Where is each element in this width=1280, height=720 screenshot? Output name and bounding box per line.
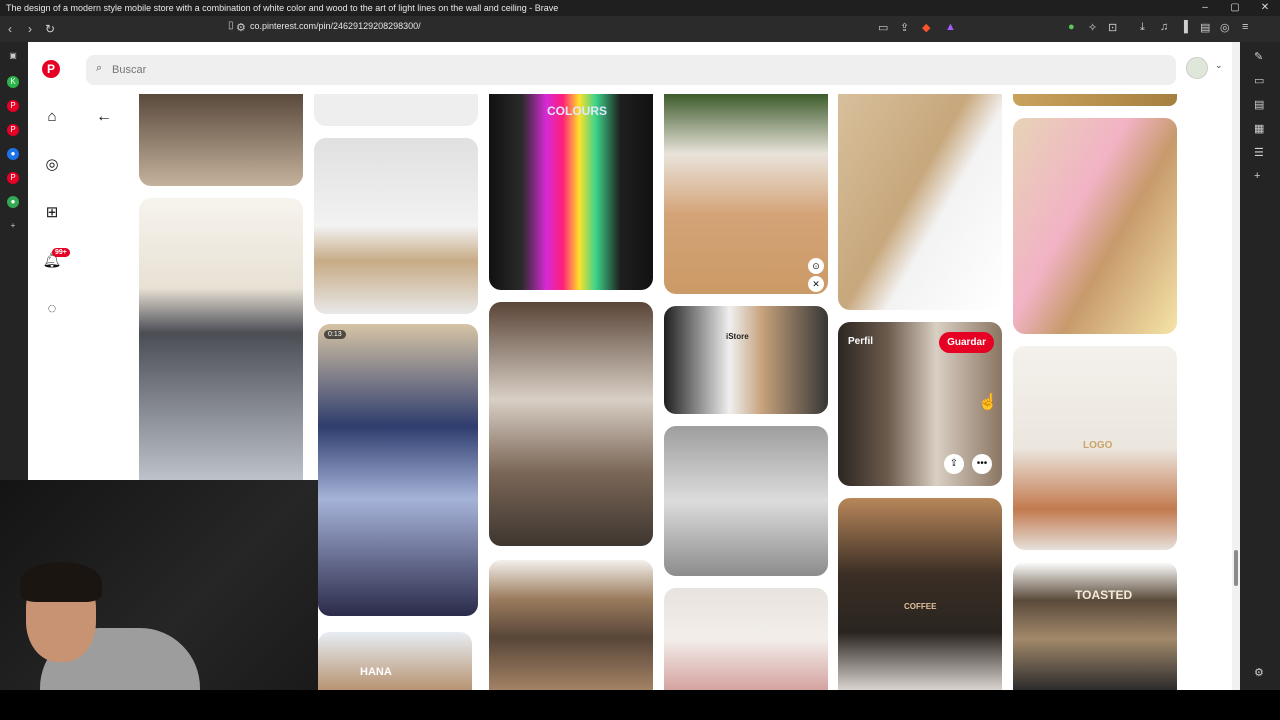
pin-card[interactable]	[489, 560, 653, 690]
pin-card[interactable]	[489, 302, 653, 546]
menu-icon[interactable]: ≡	[1242, 21, 1248, 33]
sidebar-panel-icon[interactable]: ▣	[7, 50, 19, 62]
explore-icon[interactable]: ◎	[42, 155, 62, 175]
pin-card[interactable]: ⊙ ✕	[664, 94, 828, 294]
pin-card[interactable]	[314, 138, 478, 314]
page-scrollbar[interactable]	[1232, 42, 1240, 690]
close-icon[interactable]: ✕	[808, 276, 824, 292]
back-arrow-icon[interactable]: ←	[96, 108, 112, 126]
save-button[interactable]: Guardar	[939, 332, 994, 353]
pin-card[interactable]	[1013, 94, 1177, 106]
pin-overlay-text: COLOURS	[547, 104, 607, 118]
pin-overlay-text: COFFEE	[904, 602, 937, 611]
close-button[interactable]: ✕	[1250, 0, 1280, 16]
search-input[interactable]	[112, 55, 1162, 85]
pin-card[interactable]	[314, 94, 478, 126]
sidebar-toggle-icon[interactable]: ▐	[1180, 21, 1188, 33]
pin-card[interactable]: LOGO	[1013, 346, 1177, 550]
sidebar-app-green-icon[interactable]: K	[7, 76, 19, 88]
pin-card[interactable]: COFFEE	[838, 498, 1002, 690]
pin-card[interactable]: HANA	[318, 632, 472, 690]
rail-tabs-icon[interactable]: ▤	[1254, 98, 1264, 111]
pin-card[interactable]	[664, 588, 828, 690]
window-title: The design of a modern style mobile stor…	[6, 3, 559, 13]
more-options-icon[interactable]: •••	[972, 454, 992, 474]
create-icon[interactable]: ⊞	[42, 203, 62, 223]
extension-green-icon[interactable]: ●	[1068, 21, 1075, 33]
pin-card[interactable]: COLOURS	[489, 94, 653, 290]
mouse-cursor-icon: ☝	[978, 394, 998, 411]
avatar[interactable]	[1186, 57, 1208, 79]
rail-bookmarks-icon[interactable]: ▦	[1254, 122, 1264, 135]
pin-card[interactable]: iStore	[664, 306, 828, 414]
cast-icon[interactable]: ▭	[878, 21, 888, 34]
browser-right-rail: ✎ ▭ ▤ ▦ ☰ + ⚙	[1240, 42, 1280, 690]
chevron-down-icon[interactable]: ⌄	[1215, 60, 1223, 71]
pinterest-logo-icon[interactable]: P	[42, 60, 60, 78]
pin-card[interactable]	[664, 426, 828, 576]
sidebar-add-icon[interactable]: +	[7, 220, 19, 232]
share-icon[interactable]: ⇪	[944, 454, 964, 474]
pin-overlay-text: iStore	[726, 332, 749, 341]
rail-settings-icon[interactable]: ⚙	[1254, 666, 1264, 679]
sidebar-chrome-icon[interactable]: ●	[7, 196, 19, 208]
screenshot-icon[interactable]: ⊡	[1108, 21, 1117, 34]
sidebar-pinterest-icon[interactable]: P	[7, 124, 19, 136]
search-icon: ⌕	[96, 62, 103, 74]
window-titlebar: The design of a modern style mobile stor…	[0, 0, 1280, 16]
music-icon[interactable]: ♫	[1160, 21, 1168, 33]
bottom-black-bar	[0, 690, 1280, 720]
profile-link[interactable]: Perfil	[848, 336, 873, 347]
reload-icon[interactable]: ↻	[40, 22, 60, 36]
bookmark-icon[interactable]: ▯	[228, 20, 234, 31]
back-icon[interactable]: ‹	[0, 22, 20, 36]
pin-overlay-text: HANA	[360, 666, 392, 678]
video-duration-badge: 0:13	[324, 330, 346, 339]
extensions-icon[interactable]: ✧	[1088, 21, 1097, 34]
rail-reading-icon[interactable]: ☰	[1254, 146, 1264, 159]
pin-card[interactable]	[838, 94, 1002, 310]
pin-card[interactable]: 0:13	[318, 324, 478, 616]
person-hair	[20, 562, 102, 602]
wallet-icon[interactable]: ▤	[1200, 21, 1210, 34]
pin-card[interactable]	[1013, 118, 1177, 334]
home-icon[interactable]: ⌂	[42, 107, 62, 127]
address-url[interactable]: co.pinterest.com/pin/24629129208298300/	[250, 21, 421, 31]
messages-icon[interactable]: ◌	[42, 299, 62, 319]
notifications-badge: 99+	[52, 248, 70, 257]
minimize-button[interactable]: –	[1190, 0, 1220, 16]
share-icon[interactable]: ⇪	[900, 21, 909, 34]
forward-icon[interactable]: ›	[20, 22, 40, 36]
pin-card[interactable]	[139, 94, 303, 186]
scrollbar-thumb[interactable]	[1234, 550, 1238, 586]
brave-rewards-icon[interactable]: ▲	[945, 21, 956, 33]
rail-pen-icon[interactable]: ✎	[1254, 50, 1263, 63]
search-bar[interactable]: ⌕	[86, 55, 1176, 85]
pin-overlay-text: LOGO	[1083, 440, 1113, 451]
download-icon[interactable]: ⤓	[1140, 21, 1145, 34]
maximize-button[interactable]: ▢	[1220, 0, 1250, 16]
pin-overlay-text: TOASTED	[1075, 588, 1133, 602]
rail-history-icon[interactable]: ▭	[1254, 74, 1264, 87]
pin-card[interactable]	[139, 198, 303, 498]
sidebar-chrome-icon[interactable]: ●	[7, 148, 19, 160]
visual-search-icon[interactable]: ⊙	[808, 258, 824, 274]
sidebar-pinterest-icon[interactable]: P	[7, 172, 19, 184]
vpn-icon[interactable]: ◎	[1220, 21, 1230, 34]
browser-toolbar: ‹ › ↻ ▯ ⚙ co.pinterest.com/pin/246291292…	[0, 16, 1280, 42]
sidebar-pinterest-icon[interactable]: P	[7, 100, 19, 112]
rail-add-icon[interactable]: +	[1254, 170, 1260, 182]
webcam-overlay	[0, 480, 318, 690]
brave-shield-icon[interactable]: ◆	[922, 21, 930, 34]
window-controls: – ▢ ✕	[1190, 0, 1280, 16]
pin-card[interactable]: TOASTED	[1013, 562, 1177, 690]
site-info-icon[interactable]: ⚙	[236, 21, 246, 34]
